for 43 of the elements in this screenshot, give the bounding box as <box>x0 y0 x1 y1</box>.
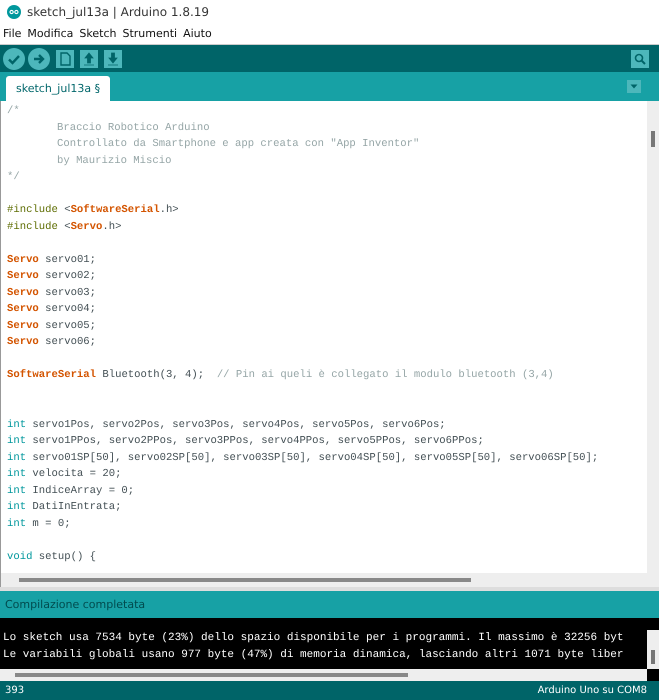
menu-item[interactable]: Modifica <box>27 27 74 40</box>
code-line: SoftwareSerial Bluetooth(3, 4); // Pin ai queli è collegato il modulo bluetooth (3,4) <box>7 369 554 381</box>
line-number: 393 <box>5 685 24 696</box>
code-line: int DatiInEntrata; <box>7 501 122 513</box>
code-line: int IndiceArray = 0; <box>7 484 134 496</box>
code-line: int servo01SP[50], servo02SP[50], servo03SP[50], servo04SP[50], servo05SP[50], servo06SP[50]; <box>7 452 598 464</box>
code-line: Servo servo02; <box>7 270 96 282</box>
code-line: by Maurizio Miscio <box>57 154 172 166</box>
vertical-scrollbar[interactable] <box>647 101 659 573</box>
menu-item[interactable]: Strumenti <box>122 27 178 40</box>
tab-menu-dropdown-icon[interactable] <box>627 80 641 93</box>
code-line: Servo servo01; <box>7 254 96 266</box>
app-logo-icon <box>7 4 21 18</box>
code-line: Controllato da Smartphone e app creata con "App Inventor" <box>57 138 420 150</box>
new-file-icon[interactable] <box>56 50 74 68</box>
code-line: Braccio Robotico Arduino <box>57 122 210 134</box>
horizontal-scrollbar[interactable] <box>1 573 659 587</box>
menu-item[interactable]: Aiuto <box>183 27 212 40</box>
console-line: Lo sketch usa 7534 byte (23%) dello spazio disponibile per i programmi. Il massimo è 32256 byt <box>2 631 625 646</box>
console-vertical-scrollbar[interactable] <box>647 630 659 669</box>
code-line: #include <SoftwareSerial.h> <box>7 204 179 216</box>
code-line: Servo servo06; <box>7 336 96 348</box>
console-horizontal-scrollbar[interactable] <box>0 669 647 681</box>
window-title: sketch_jul13a | Arduino 1.8.19 <box>27 4 210 18</box>
code-line: int m = 0; <box>7 518 71 530</box>
code-line: /* <box>7 105 20 117</box>
code-line: */ <box>7 171 20 183</box>
code-line: Servo servo03; <box>7 286 96 298</box>
status-message: Compilazione completata <box>5 598 146 611</box>
code-line: int servo1PPos, servo2PPos, servo3PPos, servo4PPos, servo5PPos, servo6PPos; <box>7 435 484 447</box>
console-line: Le variabili globali usano 977 byte (47%) di memoria dinamica, lasciando altri 1071 byte liber <box>2 648 625 663</box>
verify-check-icon[interactable] <box>3 48 25 70</box>
code-line: int velocita = 20; <box>7 468 122 480</box>
editor-tab[interactable]: sketch_jul13a § <box>6 76 110 101</box>
code-line: int servo1Pos, servo2Pos, servo3Pos, servo4Pos, servo5Pos, servo6Pos; <box>7 418 446 430</box>
serial-monitor-search-icon[interactable] <box>631 50 649 68</box>
code-line: #include <Servo.h> <box>7 220 122 232</box>
code-line: Servo servo05; <box>7 320 96 332</box>
board-port-label: Arduino Uno su COM8 <box>538 685 647 696</box>
code-line: Servo servo04; <box>7 303 96 315</box>
code-line: void setup() { <box>7 550 96 562</box>
menu-item[interactable]: Sketch <box>79 27 116 40</box>
menu-item[interactable]: File <box>3 27 22 40</box>
